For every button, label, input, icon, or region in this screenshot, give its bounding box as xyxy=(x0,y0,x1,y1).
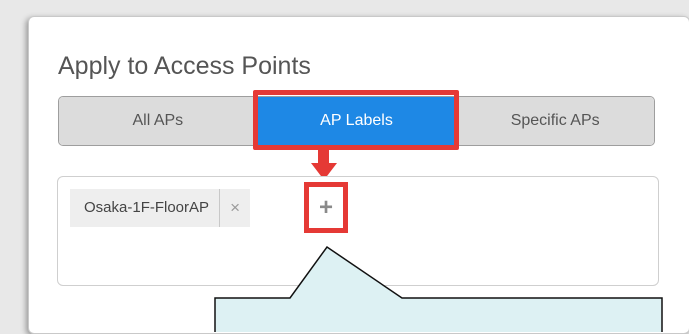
ap-label-tag-text: Osaka-1F-FloorAP xyxy=(70,189,221,227)
tab-highlight-box xyxy=(253,90,459,150)
add-label-button[interactable]: + xyxy=(304,182,348,233)
panel-title: Apply to Access Points xyxy=(58,52,311,80)
close-icon[interactable]: × xyxy=(220,189,250,227)
plus-icon: + xyxy=(318,193,333,221)
tab-specific-aps[interactable]: Specific APs xyxy=(456,97,654,145)
tab-all-aps[interactable]: All APs xyxy=(59,97,258,145)
ap-label-tag: Osaka-1F-FloorAP × xyxy=(70,189,251,227)
